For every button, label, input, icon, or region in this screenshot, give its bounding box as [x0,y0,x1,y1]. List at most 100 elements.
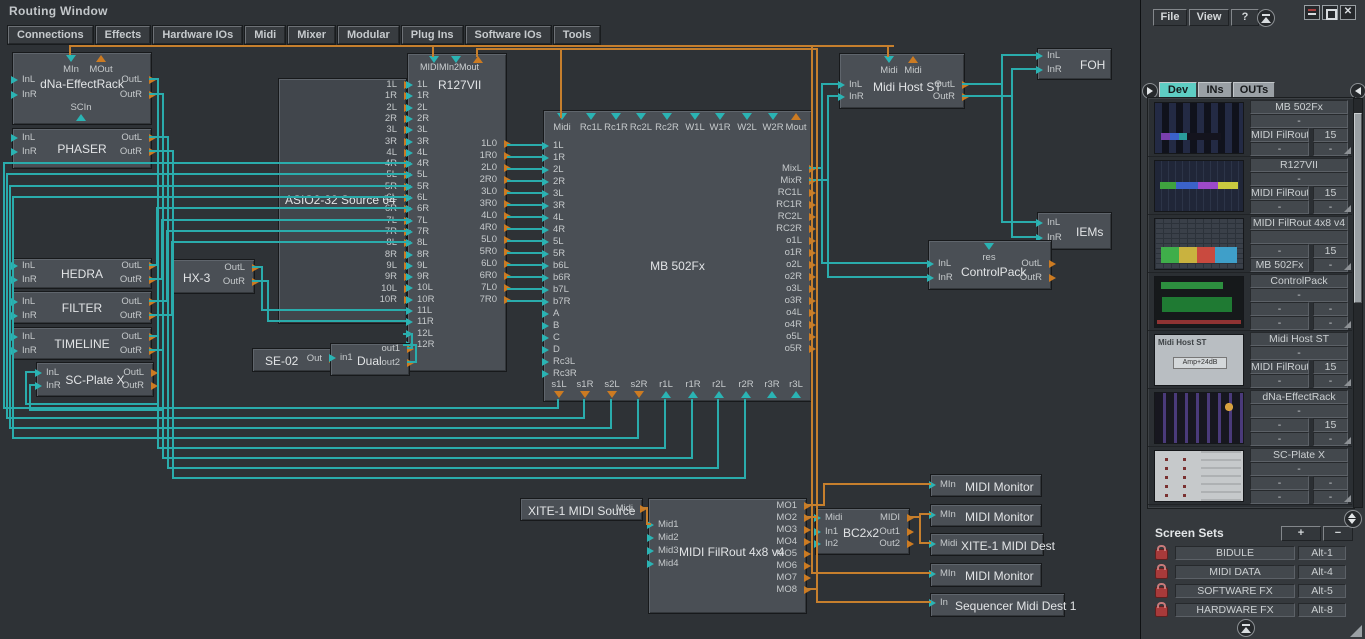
port-in-icon[interactable] [406,296,413,304]
port-out-icon[interactable] [1049,274,1056,282]
view-menu-button[interactable]: View [1189,9,1229,26]
port-in-icon[interactable] [661,391,671,398]
expand-corner-icon[interactable] [1344,495,1351,502]
device-thumbnail[interactable] [1154,276,1244,328]
port-out-icon[interactable] [607,391,617,398]
routing-canvas[interactable]: Routing Window ConnectionsEffectsHardwar… [0,0,1140,639]
close-button[interactable]: ✕ [1340,5,1356,20]
expand-corner-icon[interactable] [1344,379,1351,386]
port-in-icon[interactable] [791,391,801,398]
node-midi-filrout[interactable]: MIDI FilRout 4x8 v4Mid1Mid2Mid3Mid4MO1MO… [648,498,807,614]
device-field[interactable]: 15 [1313,128,1348,142]
port-in-icon[interactable] [406,81,413,89]
device-thumbnail[interactable] [1154,160,1244,212]
device-row-1[interactable]: R127VII-MIDI FilRout15-- [1148,156,1352,215]
port-in-icon[interactable] [542,346,549,354]
node-se-02[interactable]: SE-02Out [252,348,332,372]
maximize-button[interactable] [1322,5,1338,20]
port-in-icon[interactable] [662,113,672,120]
expand-corner-icon[interactable] [1344,321,1351,328]
port-out-icon[interactable] [554,391,564,398]
device-thumbnail[interactable] [1154,102,1244,154]
screen-set-name[interactable]: MIDI DATA [1175,565,1295,579]
port-out-icon[interactable] [473,56,483,63]
expand-corner-icon[interactable] [1344,205,1351,212]
device-field[interactable]: - [1250,142,1309,156]
screen-set-hotkey[interactable]: Alt-5 [1298,584,1346,598]
device-row-5[interactable]: dNa-EffectRack--15-- [1148,388,1352,447]
port-in-icon[interactable] [690,113,700,120]
node-controlpack[interactable]: ControlPackInLInROutLOutRres [928,240,1052,290]
eject-icon[interactable] [1257,9,1275,27]
port-in-icon[interactable] [406,149,413,157]
device-field[interactable]: - [1250,476,1309,490]
node-xite-midi-source[interactable]: XITE-1 MIDI SourceMidi [520,498,643,521]
expand-corner-icon[interactable] [1344,147,1351,154]
menu-plug-ins[interactable]: Plug Ins [402,26,463,44]
node-midi-monitor-2[interactable]: MIDI MonitorMIn [930,504,1042,527]
device-field[interactable]: - [1250,302,1309,316]
device-field[interactable]: 15 [1313,244,1348,258]
menu-connections[interactable]: Connections [8,26,93,44]
tab-outs[interactable]: OUTs [1233,82,1275,98]
port-in-icon[interactable] [406,318,413,326]
device-name-field[interactable]: R127VII [1250,158,1348,172]
port-in-icon[interactable] [11,148,18,156]
expand-corner-icon[interactable] [1344,263,1351,270]
port-in-icon[interactable] [406,251,413,259]
port-in-icon[interactable] [984,243,994,250]
device-field[interactable]: 15 [1313,186,1348,200]
menu-tools[interactable]: Tools [554,26,601,44]
port-out-icon[interactable] [804,550,811,558]
port-in-icon[interactable] [406,92,413,100]
port-in-icon[interactable] [429,56,439,63]
resize-grip[interactable] [1350,625,1362,637]
device-row-2[interactable]: MIDI FilRout 4x8 v4-15MB 502Fx- [1148,214,1352,273]
minimize-button[interactable] [1304,5,1320,20]
port-out-icon[interactable] [804,574,811,582]
help-menu-button[interactable]: ? [1231,9,1259,26]
device-field[interactable]: - [1313,302,1348,316]
menu-mixer[interactable]: Mixer [288,26,335,44]
device-field[interactable]: - [1250,114,1348,128]
device-name-field[interactable]: dNa-EffectRack [1250,390,1348,404]
port-in-icon[interactable] [768,113,778,120]
port-in-icon[interactable] [406,115,413,123]
lock-icon[interactable] [1155,568,1168,579]
list-spinner-icon[interactable] [1344,510,1362,528]
device-field[interactable]: - [1250,288,1348,302]
device-row-6[interactable]: SC-Plate X----- [1148,446,1352,505]
device-row-3[interactable]: ControlPack----- [1148,272,1352,331]
node-bc2x2[interactable]: BC2x2MidiIn1In2MIDIOut1Out2 [815,508,910,555]
node-xite-midi-dest[interactable]: XITE-1 MIDI DestMidi [930,533,1044,556]
device-field[interactable]: - [1250,418,1309,432]
port-in-icon[interactable] [76,114,86,121]
node-dna-effectrack[interactable]: dNa-EffectRackInLInROutLOutRMInMOutSCIn [12,52,152,125]
device-row-4[interactable]: Midi Host STAmp+24dBMidi Host ST-MIDI Fi… [1148,330,1352,389]
port-in-icon[interactable] [542,322,549,330]
menu-modular[interactable]: Modular [338,26,399,44]
port-in-icon[interactable] [647,534,654,542]
device-field[interactable]: - [1250,172,1348,186]
device-field[interactable]: MIDI FilRout [1250,128,1309,142]
device-row-0[interactable]: MB 502Fx-MIDI FilRout15-- [1148,98,1352,157]
port-in-icon[interactable] [11,91,18,99]
port-in-icon[interactable] [451,56,461,63]
device-field[interactable]: - [1313,374,1348,388]
file-menu-button[interactable]: File [1153,9,1187,26]
screen-set-hotkey[interactable]: Alt-4 [1298,565,1346,579]
device-field[interactable]: MIDI FilRout [1250,360,1309,374]
port-out-icon[interactable] [1049,260,1056,268]
add-screen-set-button[interactable]: + [1281,526,1321,541]
lock-icon[interactable] [1155,606,1168,617]
screen-set-name[interactable]: SOFTWARE FX [1175,584,1295,598]
node-r127vii[interactable]: R127VIIMIDIMIn2Mout1L1R2L2R3L3R4L4R5L5R6… [407,53,507,372]
device-field[interactable]: MB 502Fx [1250,258,1309,272]
device-field[interactable]: - [1313,142,1348,156]
device-field[interactable]: - [1250,346,1348,360]
lock-icon[interactable] [1155,587,1168,598]
node-filter[interactable]: FILTERInLInROutLOutR [12,291,152,324]
device-field[interactable]: - [1313,258,1348,272]
port-in-icon[interactable] [741,391,751,398]
device-field[interactable]: - [1313,200,1348,214]
